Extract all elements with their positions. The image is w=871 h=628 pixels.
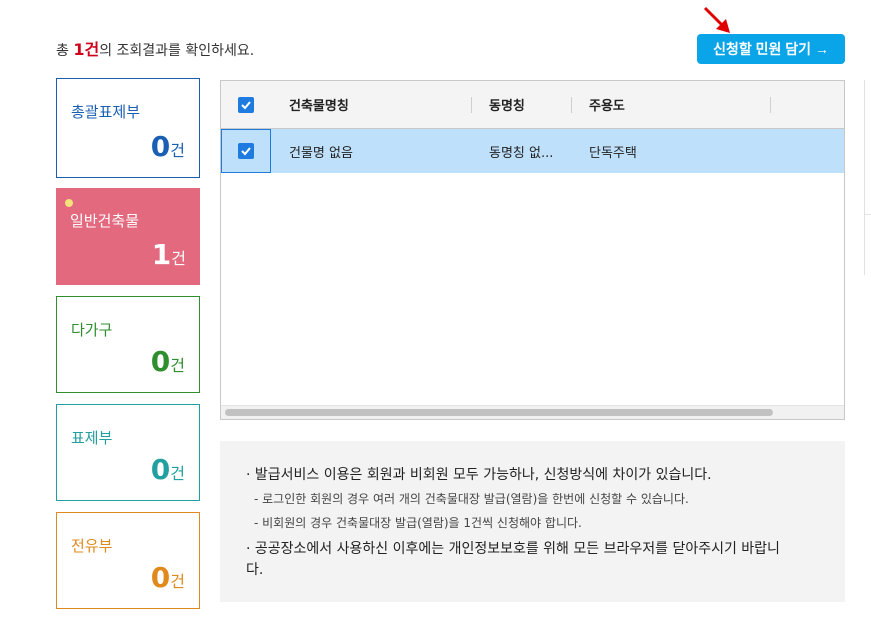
card-label: 표제부 — [71, 429, 113, 447]
notice-subline: - 비회원의 경우 건축물대장 발급(열람)을 1건씩 신청해야 합니다. — [254, 516, 582, 530]
card-count: 0건 — [150, 345, 185, 378]
horizontal-scrollbar[interactable] — [221, 405, 844, 419]
column-divider — [571, 97, 572, 113]
column-header-dong-name[interactable]: 동명칭 — [489, 81, 525, 128]
result-count: 1건 — [73, 40, 100, 59]
notice-line: · 발급서비스 이용은 회원과 비회원 모두 가능하나, 신청방식에 차이가 있… — [246, 467, 712, 483]
column-divider — [770, 97, 771, 113]
result-summary: 총 1건의 조회결과를 확인하세요. — [56, 36, 254, 60]
card-count: 0건 — [150, 130, 185, 163]
column-divider — [471, 97, 472, 113]
side-panel-edge — [864, 80, 871, 275]
card-general-building[interactable]: 일반건축물 1건 — [56, 188, 200, 285]
grid-header: 건축물명칭 동명칭 주용도 — [221, 81, 844, 129]
card-multi-household[interactable]: 다가구 0건 — [56, 296, 200, 393]
red-arrow-icon — [703, 6, 730, 33]
card-count: 0건 — [150, 453, 185, 486]
summary-prefix: 총 — [56, 43, 74, 59]
column-header-building-name[interactable]: 건축물명칭 — [289, 81, 349, 128]
notice-box: · 발급서비스 이용은 회원과 비회원 모두 가능하나, 신청방식에 차이가 있… — [220, 441, 845, 602]
card-count: 0건 — [150, 561, 185, 594]
results-grid: 건축물명칭 동명칭 주용도 건물명 없음 동명칭 없... 단독주택 — [220, 80, 845, 420]
notice-subline: - 로그인한 회원의 경우 여러 개의 건축물대장 발급(열람)을 한번에 신청… — [254, 492, 689, 506]
card-label: 일반건축물 — [70, 212, 140, 230]
card-exclusive-section[interactable]: 전유부 0건 — [56, 512, 200, 609]
card-label: 다가구 — [71, 321, 113, 339]
checkbox-checked-icon[interactable] — [238, 96, 254, 113]
cell-main-use: 단독주택 — [589, 145, 637, 161]
active-dot-icon — [65, 199, 73, 207]
cell-dong-name: 동명칭 없... — [489, 145, 554, 161]
row-checkbox-cell[interactable] — [221, 129, 271, 173]
card-title-section[interactable]: 표제부 0건 — [56, 404, 200, 501]
checkbox-checked-icon[interactable] — [238, 143, 254, 159]
table-row[interactable]: 건물명 없음 동명칭 없... 단독주택 — [221, 129, 844, 173]
card-count: 1건 — [151, 238, 186, 271]
cell-building-name: 건물명 없음 — [289, 145, 353, 161]
header-select-all[interactable] — [238, 81, 254, 128]
card-label: 총괄표제부 — [71, 103, 141, 121]
summary-suffix: 의 조회결과를 확인하세요. — [99, 43, 255, 59]
scrollbar-thumb[interactable] — [225, 409, 773, 416]
card-label: 전유부 — [71, 537, 113, 555]
card-general-title[interactable]: 총괄표제부 0건 — [56, 78, 200, 178]
add-to-cart-button[interactable]: 신청할 민원 담기 → — [697, 34, 845, 64]
notice-line: · 공공장소에서 사용하신 이후에는 개인정보보호를 위해 모든 브라우저를 닫… — [246, 541, 780, 578]
column-header-main-use[interactable]: 주용도 — [589, 81, 625, 128]
